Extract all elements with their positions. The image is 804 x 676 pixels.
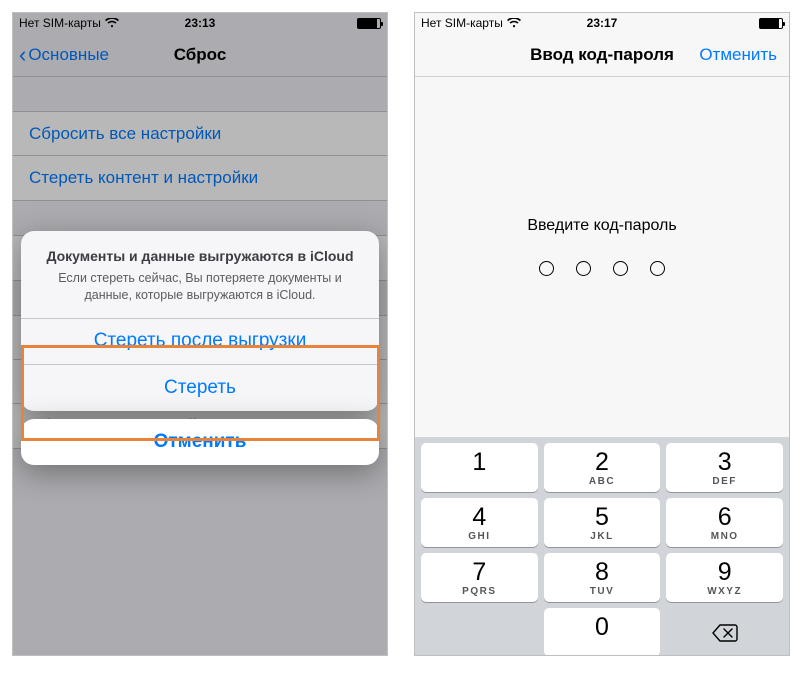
passcode-dot [539, 261, 554, 276]
passcode-dot [576, 261, 591, 276]
key-5[interactable]: 5JKL [544, 498, 661, 547]
key-blank [421, 608, 538, 656]
key-1[interactable]: 1 [421, 443, 538, 492]
key-delete[interactable] [666, 608, 783, 656]
key-2[interactable]: 2ABC [544, 443, 661, 492]
nav-bar: ‹Основные Сброс [13, 33, 387, 77]
battery-icon [357, 18, 381, 29]
chevron-left-icon: ‹ [19, 44, 26, 66]
clock-text: 23:17 [415, 16, 789, 30]
clock-text: 23:13 [13, 16, 387, 30]
phone-passcode-screen: Нет SIM-карты 23:17 Ввод код-пароля Отме… [414, 12, 790, 656]
nav-bar: Ввод код-пароля Отменить [415, 33, 789, 77]
battery-icon [759, 18, 783, 29]
cancel-button[interactable]: Отменить [699, 45, 777, 65]
back-button[interactable]: ‹Основные [19, 44, 109, 66]
passcode-prompt: Введите код-пароль [527, 217, 676, 235]
key-0[interactable]: 0 [544, 608, 661, 656]
sheet-cancel-button[interactable]: Отменить [21, 419, 379, 465]
nav-title: Сброс [174, 45, 227, 65]
backspace-icon [712, 624, 738, 642]
key-9[interactable]: 9WXYZ [666, 553, 783, 602]
erase-now-button[interactable]: Стереть [21, 365, 379, 411]
key-7[interactable]: 7PQRS [421, 553, 538, 602]
status-bar: Нет SIM-карты 23:17 [415, 13, 789, 33]
sheet-message: Если стереть сейчас, Вы потеряете докуме… [39, 270, 361, 304]
nav-title: Ввод код-пароля [530, 45, 674, 65]
action-sheet: Документы и данные выгружаются в iCloud … [13, 231, 387, 465]
passcode-area: Введите код-пароль [415, 77, 789, 455]
passcode-dot [650, 261, 665, 276]
passcode-dot [613, 261, 628, 276]
key-3[interactable]: 3DEF [666, 443, 783, 492]
passcode-dots [539, 261, 665, 276]
key-6[interactable]: 6MNO [666, 498, 783, 547]
key-4[interactable]: 4GHI [421, 498, 538, 547]
phone-reset-screen: Нет SIM-карты 23:13 ‹Основные Сброс Сбро… [12, 12, 388, 656]
erase-after-upload-button[interactable]: Стереть после выгрузки [21, 319, 379, 365]
numeric-keypad: 1 2ABC 3DEF 4GHI 5JKL 6MNO 7PQRS 8TUV 9W… [415, 437, 789, 655]
key-8[interactable]: 8TUV [544, 553, 661, 602]
reset-all-settings-row[interactable]: Сбросить все настройки [13, 112, 387, 156]
erase-content-row[interactable]: Стереть контент и настройки [13, 156, 387, 200]
sheet-title: Документы и данные выгружаются в iCloud [39, 247, 361, 266]
status-bar: Нет SIM-карты 23:13 [13, 13, 387, 33]
